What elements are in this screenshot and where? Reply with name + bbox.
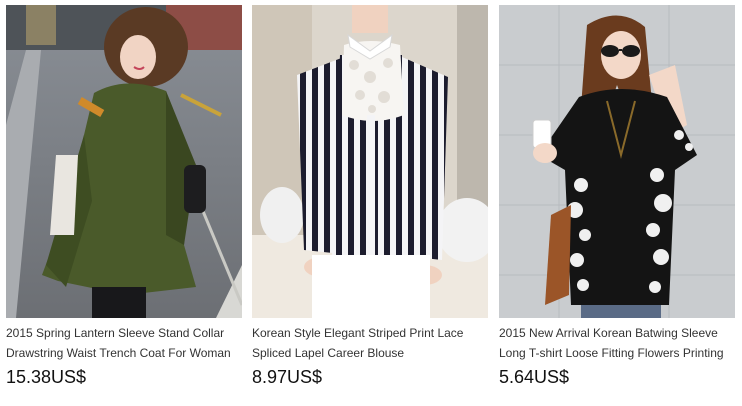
product-title-3-line-2: Long T-shirt Loose Fitting Flowers Print… [499,346,724,360]
product-title-2-line-2: Spliced Lapel Career Blouse [252,346,405,360]
product-price-3: 5.64US$ [499,367,570,387]
product-card-2[interactable]: Korean Style Elegant Striped Print Lace … [252,0,488,406]
product-title-3[interactable]: 2015 New Arrival Korean Batwing Sleeve L… [499,323,735,363]
product-title-1-line-1: 2015 Spring Lantern Sleeve Stand Collar [6,326,225,340]
product-title-3-line-1: 2015 New Arrival Korean Batwing Sleeve [499,326,718,340]
product-image-3[interactable] [499,5,735,318]
product-title-1[interactable]: 2015 Spring Lantern Sleeve Stand Collar … [6,323,242,363]
product-title-2[interactable]: Korean Style Elegant Striped Print Lace … [252,323,488,363]
product-grid: 2015 Spring Lantern Sleeve Stand Collar … [0,0,742,406]
product-photo-trench-coat [6,5,242,318]
product-title-1-line-2: Drawstring Waist Trench Coat For Woman [6,346,231,360]
product-photo-striped-blouse [252,5,488,318]
product-photo-batwing-tshirt [499,5,735,318]
product-title-2-line-1: Korean Style Elegant Striped Print Lace [252,326,464,340]
product-image-2[interactable] [252,5,488,318]
product-image-1[interactable] [6,5,242,318]
product-price-1: 15.38US$ [6,367,87,387]
product-card-3[interactable]: 2015 New Arrival Korean Batwing Sleeve L… [499,0,735,406]
product-card-1[interactable]: 2015 Spring Lantern Sleeve Stand Collar … [6,0,242,406]
product-price-2: 8.97US$ [252,367,323,387]
